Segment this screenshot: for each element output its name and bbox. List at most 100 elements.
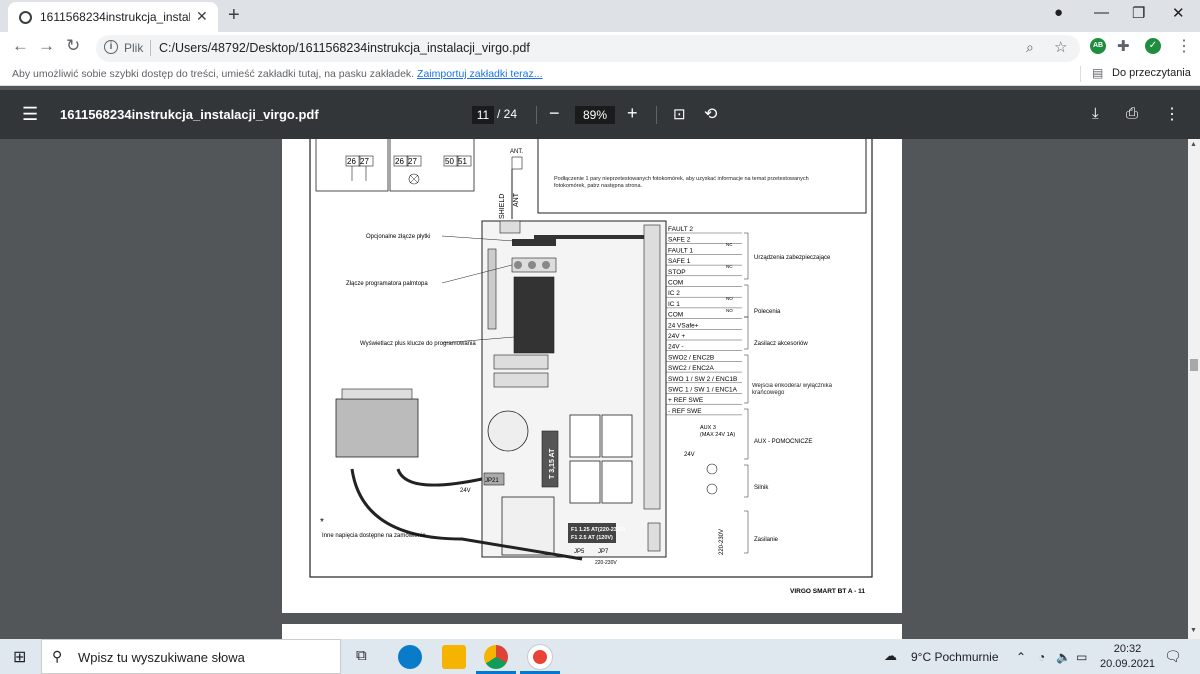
taskbar: ⊞ ⚲ Wpisz tu wyszukiwane słowa ⧉ ☁ 9°C P… [0,639,1200,674]
forward-icon[interactable]: → [38,36,55,56]
kebab-menu-icon[interactable]: ⋮ [1176,36,1192,56]
bookmarks-hint-text: Aby umożliwić sobie szybki dostęp do tre… [12,68,415,80]
fit-page-icon[interactable]: ⊡ [673,105,686,123]
display-icon[interactable]: ▭ [1076,650,1087,664]
terminal-26: 26 [347,157,356,166]
pdf-next-page [282,624,902,639]
close-tab-icon[interactable]: ✕ [196,8,208,25]
globe-icon [19,11,32,24]
terminal-label: SAFE 1 [668,258,691,265]
file-explorer-icon[interactable] [442,645,466,669]
group-motor: Silnik [754,485,769,491]
group-safety: Urządzenia zabezpieczające [754,255,831,261]
aux3-label: AUX 3 [700,425,716,431]
reading-list-button[interactable]: Do przeczytania [1112,67,1191,79]
tab-title: 1611568234instrukcja_instalacji_virgo.pd… [40,10,190,24]
group-encoder: Wejścia enkodera/ wyłącznika krańcowego [752,383,832,396]
terminal-27b: 27 [408,157,417,166]
scrollbar-thumb[interactable] [1190,359,1198,371]
terminal-label: IC 2 [668,290,680,297]
clock[interactable]: 20:32 20.09.2021 [1100,642,1155,672]
windows-start-icon[interactable]: ⊞ [13,647,26,667]
label-voltages: Inne napięcia dostępne na zamówienie [322,533,426,539]
terminal-label: 24 VSafe+ [668,322,699,329]
new-tab-button[interactable]: + [228,4,240,27]
rotate-icon[interactable]: ⟲ [704,104,717,124]
tab-strip: 1611568234instrukcja_instalacji_virgo.pd… [0,0,1200,32]
zoom-input[interactable]: 89% [575,106,615,124]
jp5-label: JP5 [574,549,585,555]
divider [656,106,657,124]
cloud-icon[interactable]: ☁ [884,648,897,664]
adblock-icon[interactable]: AB [1090,38,1106,54]
download-icon[interactable]: ⤓ [1092,105,1099,122]
supply-voltage-label: 220-230V [719,529,725,555]
reload-icon[interactable]: ↻ [66,36,80,56]
terminal-label: 24V + [668,333,685,340]
print-icon[interactable]: ⎙ [1126,105,1138,122]
fuse-f1b-label: F1 2.5 AT (120V) [571,535,613,541]
label-display: Wyświetlacz plus klucze do programowania [360,341,476,347]
bookmark-star-icon[interactable]: ☆ [1054,38,1067,56]
browser-tab[interactable]: 1611568234instrukcja_instalacji_virgo.pd… [8,2,218,32]
import-bookmarks-link[interactable]: Zaimportuj zakładki teraz... [417,68,542,80]
chevron-up-icon[interactable]: ⌃ [1016,650,1026,664]
extensions-icon[interactable]: ✚ [1117,37,1130,55]
edge-icon[interactable] [398,645,422,669]
group-aux: AUX - POMOCNICZE [754,439,812,445]
chrome-icon[interactable] [484,645,508,669]
pdf-page: 26 27 26 27 50 51 ANT. SHIELD ANT Podłąc… [282,139,902,613]
hamburger-menu-icon[interactable]: ☰ [22,104,38,125]
terminal-label: COM [668,280,683,287]
zoom-out-icon[interactable]: − [549,103,560,124]
close-window-button[interactable]: ✕ [1172,4,1185,22]
divider [150,40,151,56]
search-icon: ⚲ [52,648,63,664]
address-bar[interactable]: i Plik C:/Users/48792/Desktop/1611568234… [96,35,1080,62]
v24-label: 24V [460,488,471,494]
profile-icon[interactable]: ● [1054,4,1063,21]
notifications-icon[interactable]: 🗨 [1164,648,1182,665]
volume-icon[interactable]: 🔈 [1056,650,1071,664]
minimize-button[interactable]: — [1094,4,1109,21]
ant-terminal-label: ANT [513,192,520,207]
more-options-icon[interactable]: ⋮ [1164,104,1180,124]
page-footer: VIRGO SMART BT A - 11 [790,588,865,595]
group-commands: Polecenia [754,309,781,315]
zoom-icon[interactable]: ⌕ [1026,39,1034,56]
terminal-50: 50 [445,157,454,166]
zoom-in-icon[interactable]: + [627,103,638,124]
maximize-button[interactable]: ❐ [1132,4,1145,22]
bookmarks-bar: Aby umożliwić sobie szybki dostęp do tre… [0,63,1200,86]
terminal-27: 27 [360,157,369,166]
terminal-label: 24V - [668,344,684,351]
pdf-file-name: 1611568234instrukcja_instalacji_virgo.pd… [60,107,319,122]
scrollbar[interactable]: ▲ ▼ [1188,139,1200,639]
clock-date: 20.09.2021 [1100,658,1156,670]
reading-list-icon[interactable]: ▤ [1092,66,1103,80]
terminal-51: 51 [458,157,467,166]
url-text[interactable]: C:/Users/48792/Desktop/1611568234instruk… [159,41,530,55]
page-total: / 24 [497,107,518,121]
network-icon[interactable]: ◔ [1038,650,1045,664]
jp21-label: JP21 [485,478,499,484]
scroll-down-icon[interactable]: ▼ [1190,627,1197,634]
pdf-toolbar: ☰ 1611568234instrukcja_instalacji_virgo.… [0,90,1200,139]
asterisk: * [320,517,324,528]
task-view-icon[interactable]: ⧉ [356,647,367,664]
shield-check-icon[interactable]: ✓ [1145,38,1161,54]
info-icon[interactable]: i [104,40,118,54]
back-icon[interactable]: ← [12,36,29,56]
wiring-diagram: 26 27 26 27 50 51 ANT. SHIELD ANT Podłąc… [309,139,873,595]
pdf-viewer[interactable]: 26 27 26 27 50 51 ANT. SHIELD ANT Podłąc… [0,139,1188,639]
terminal-label: SWO 1 / SW 2 / ENC1B [668,376,737,383]
weather-text[interactable]: 9°C Pochmurnie [911,650,999,664]
search-placeholder: Wpisz tu wyszukiwane słowa [78,650,245,665]
scroll-up-icon[interactable]: ▲ [1190,141,1197,148]
opera-icon[interactable] [527,644,553,670]
page-number-input[interactable]: 11 [472,106,494,124]
aux-24v-label: 24V [684,452,695,458]
v230-board-label: 220-230V [595,560,617,566]
terminal-label: COM [668,312,683,319]
taskbar-search[interactable]: ⚲ Wpisz tu wyszukiwane słowa [41,639,341,674]
